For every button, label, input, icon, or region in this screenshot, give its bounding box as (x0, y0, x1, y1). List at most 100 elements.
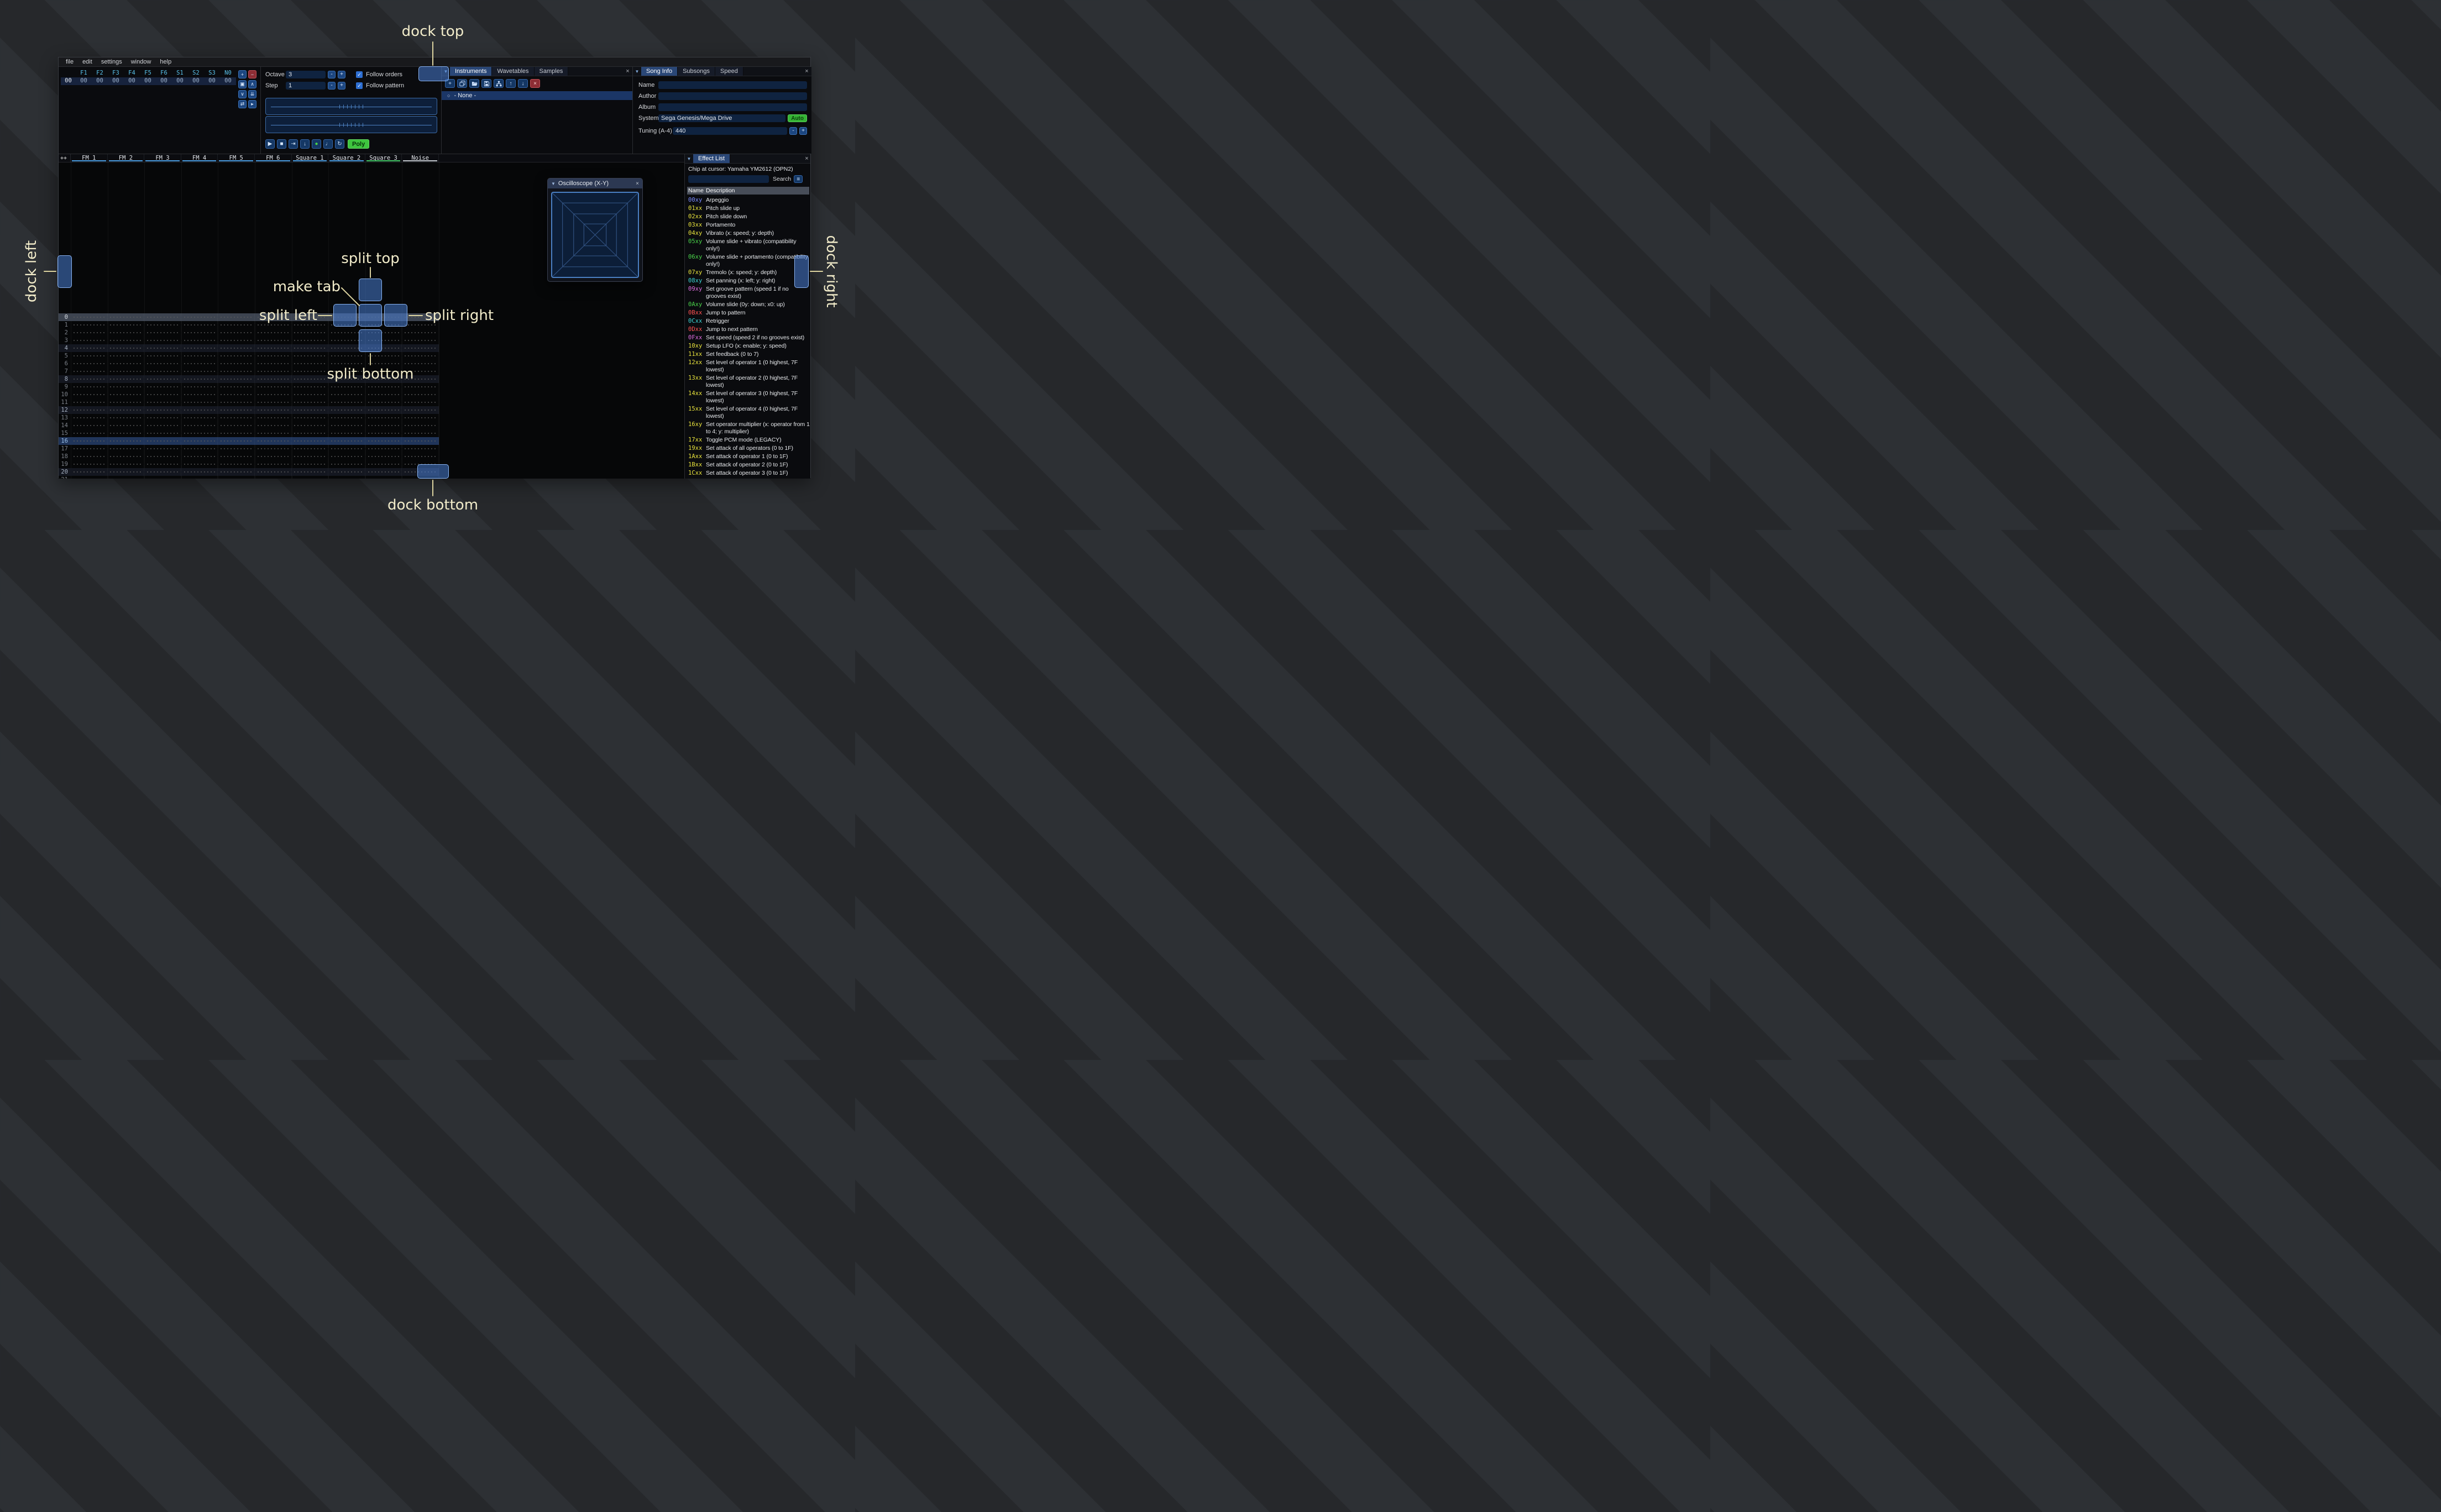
pattern-cell[interactable] (144, 422, 181, 429)
close-icon[interactable]: × (802, 67, 811, 76)
tab-instruments[interactable]: Instruments (450, 67, 493, 76)
pattern-cell[interactable] (181, 453, 218, 460)
pattern-cell[interactable] (365, 414, 402, 422)
pattern-cell[interactable] (365, 437, 402, 445)
pattern-cell[interactable] (71, 368, 108, 375)
pattern-cell[interactable] (402, 406, 439, 414)
play-button[interactable]: ▶ (265, 139, 275, 149)
pattern-cell[interactable] (181, 398, 218, 406)
split-left-target[interactable] (333, 304, 357, 327)
song-album-input[interactable] (658, 103, 807, 111)
pattern-cell[interactable] (255, 453, 292, 460)
hamburger-icon[interactable]: ≡ (794, 175, 803, 183)
pattern-cell[interactable] (181, 313, 218, 321)
order-cell-f3[interactable]: 00 (108, 77, 124, 85)
pattern-cell[interactable] (181, 406, 218, 414)
pattern-cell[interactable] (218, 391, 255, 398)
stop-button[interactable]: ■ (277, 139, 286, 149)
pattern-cell[interactable] (218, 360, 255, 368)
pattern-cell[interactable] (144, 329, 181, 337)
pattern-cell[interactable] (108, 321, 145, 329)
make-tab-target[interactable] (359, 304, 382, 327)
pattern-cell[interactable] (108, 398, 145, 406)
dock-left-target[interactable] (57, 255, 72, 288)
pattern-cell[interactable] (108, 375, 145, 383)
remove-order-button[interactable]: − (248, 70, 256, 78)
channel-header-fm-4[interactable]: FM 4 (181, 154, 218, 162)
dock-right-target[interactable] (794, 255, 809, 288)
pattern-cell[interactable] (255, 383, 292, 391)
pattern-cell[interactable] (402, 414, 439, 422)
order-cell-n0[interactable]: 00 (220, 77, 236, 85)
pattern-cell[interactable] (402, 437, 439, 445)
pattern-cell[interactable] (108, 429, 145, 437)
pattern-cell[interactable] (402, 453, 439, 460)
move-order-up-button[interactable]: ∧ (248, 80, 256, 88)
deep-clone-order-button[interactable]: ⇊ (248, 90, 256, 98)
edit-record-toggle[interactable]: ● (312, 139, 321, 149)
pattern-cell[interactable] (255, 468, 292, 476)
pattern-cell[interactable] (255, 329, 292, 337)
tuning-input[interactable] (673, 127, 787, 135)
pattern-cell[interactable] (292, 414, 329, 422)
pattern-cell[interactable] (218, 476, 255, 479)
tab-effect-list[interactable]: Effect List (693, 154, 731, 163)
oscilloscope-xy-titlebar[interactable]: ▼ Oscilloscope (X-Y) × (548, 179, 642, 188)
pattern-cell[interactable] (328, 453, 365, 460)
pattern-cell[interactable] (292, 476, 329, 479)
menu-window[interactable]: window (127, 57, 156, 66)
pattern-cell[interactable] (144, 321, 181, 329)
pattern-cell[interactable] (218, 468, 255, 476)
pattern-cell[interactable] (402, 383, 439, 391)
metronome-button[interactable]: ♩ (323, 139, 333, 149)
pattern-cell[interactable] (255, 429, 292, 437)
channel-header-fm-1[interactable]: FM 1 (71, 154, 108, 162)
pattern-cell[interactable] (218, 437, 255, 445)
pattern-cell[interactable] (218, 337, 255, 344)
pattern-cell[interactable] (255, 368, 292, 375)
pattern-cell[interactable] (218, 344, 255, 352)
pattern-cell[interactable] (255, 460, 292, 468)
pattern-cell[interactable] (71, 429, 108, 437)
pattern-cell[interactable] (144, 391, 181, 398)
tab-samples[interactable]: Samples (534, 67, 569, 76)
channel-header-fm-5[interactable]: FM 5 (218, 154, 255, 162)
pattern-cell[interactable] (144, 383, 181, 391)
pattern-cell[interactable] (108, 414, 145, 422)
pattern-cell[interactable] (292, 468, 329, 476)
pattern-cell[interactable] (71, 313, 108, 321)
move-instrument-down-button[interactable]: ↓ (518, 79, 528, 88)
pattern-cell[interactable] (71, 321, 108, 329)
pattern-cell[interactable] (292, 337, 329, 344)
octave-increase-button[interactable]: + (338, 70, 345, 78)
save-instrument-button[interactable] (481, 79, 491, 88)
pattern-cell[interactable] (71, 460, 108, 468)
pattern-cell[interactable] (144, 460, 181, 468)
pattern-cell[interactable] (218, 321, 255, 329)
pattern-cell[interactable] (108, 383, 145, 391)
pattern-cell[interactable] (71, 375, 108, 383)
pattern-cell[interactable] (108, 360, 145, 368)
pattern-cell[interactable] (218, 422, 255, 429)
order-cell-s3[interactable]: 00 (204, 77, 220, 85)
instrument-toolbox-button[interactable] (494, 79, 504, 88)
pattern-cell[interactable] (144, 313, 181, 321)
pattern-cell[interactable] (292, 437, 329, 445)
pattern-cell[interactable] (328, 445, 365, 453)
pattern-cell[interactable] (71, 414, 108, 422)
split-right-target[interactable] (384, 304, 407, 327)
effect-search-input[interactable] (688, 175, 769, 183)
follow-pattern-checkbox[interactable]: ✓ (356, 82, 363, 89)
order-cell-f1[interactable]: 00 (76, 77, 92, 85)
pattern-cell[interactable] (71, 398, 108, 406)
pattern-cell[interactable] (71, 337, 108, 344)
pattern-cell[interactable] (365, 453, 402, 460)
pattern-cell[interactable] (71, 406, 108, 414)
step-input[interactable] (286, 81, 326, 90)
pattern-cell[interactable] (71, 468, 108, 476)
pattern-cell[interactable] (144, 437, 181, 445)
system-input[interactable] (658, 114, 786, 122)
pattern-cell[interactable] (218, 398, 255, 406)
close-icon[interactable]: × (802, 154, 810, 163)
pattern-cell[interactable] (292, 391, 329, 398)
